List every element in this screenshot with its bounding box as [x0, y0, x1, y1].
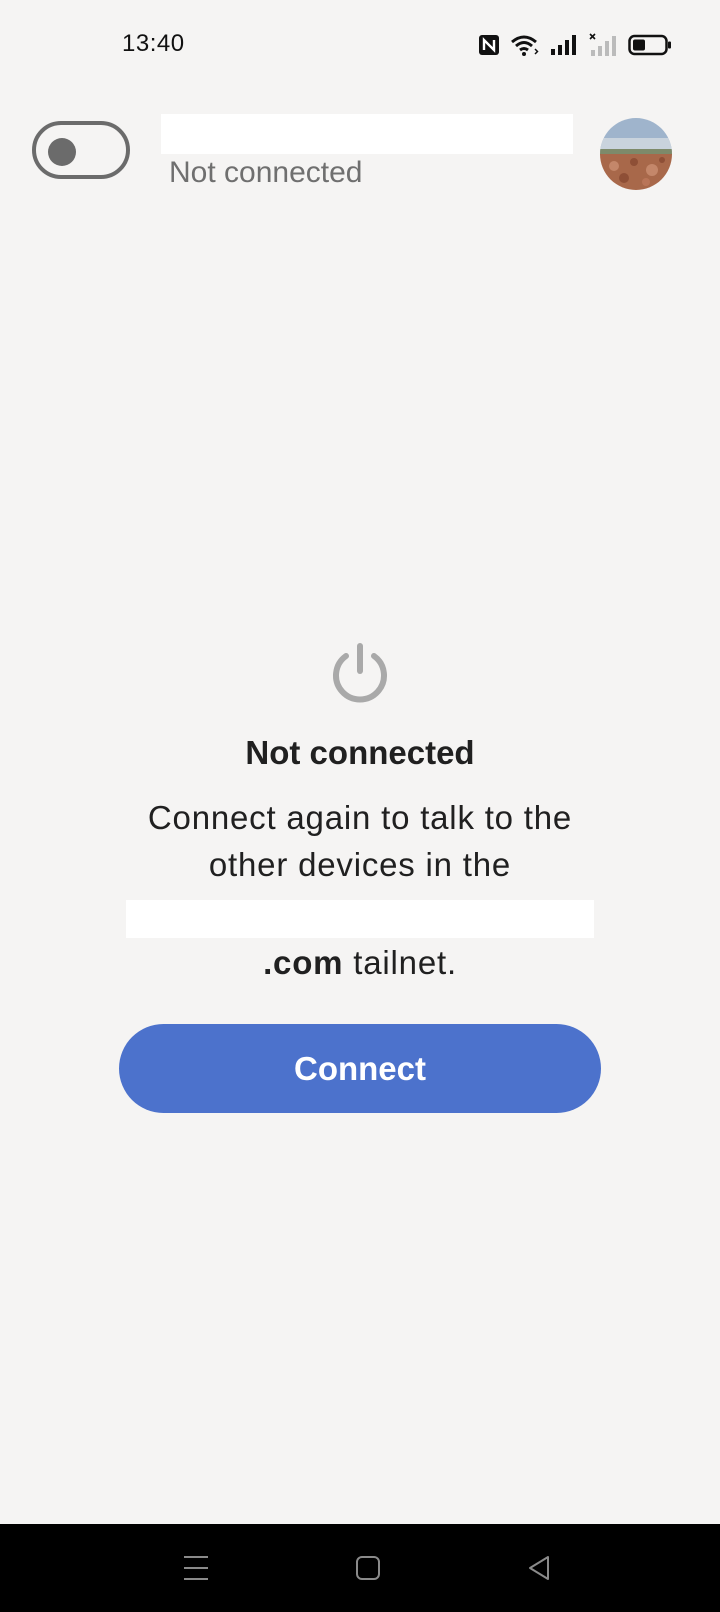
nfc-icon [479, 35, 499, 55]
wifi-icon [511, 35, 539, 56]
header: Not connected [0, 110, 720, 200]
tailnet-domain-line: .com tailnet. [0, 944, 720, 982]
tailnet-name-redacted [126, 900, 594, 938]
menu-icon[interactable] [178, 1552, 214, 1584]
power-icon [333, 643, 387, 703]
panel-description: Connect again to talk to the other devic… [147, 799, 573, 883]
navigation-bar [0, 1524, 720, 1612]
domain-suffix: .com [263, 944, 344, 981]
vpn-toggle-knob [48, 138, 76, 166]
account-name-redacted [161, 114, 573, 154]
connect-button[interactable]: Connect [119, 1024, 601, 1113]
panel-title: Not connected [245, 734, 475, 771]
back-icon[interactable] [522, 1552, 558, 1584]
signal-icon [551, 35, 576, 55]
vpn-toggle[interactable] [32, 121, 130, 179]
status-time: 13:40 [122, 30, 185, 57]
disconnected-panel: Not connected Connect again to talk to t… [0, 640, 720, 982]
home-icon[interactable] [350, 1552, 386, 1584]
status-bar: 13:40 [0, 0, 720, 90]
avatar-image [600, 118, 672, 190]
tailnet-word: tailnet. [343, 944, 457, 981]
signal-no-sim-icon [589, 33, 616, 56]
header-connection-status: Not connected [169, 156, 363, 189]
battery-icon [628, 34, 671, 56]
status-icons [478, 30, 672, 60]
avatar[interactable] [600, 118, 672, 190]
